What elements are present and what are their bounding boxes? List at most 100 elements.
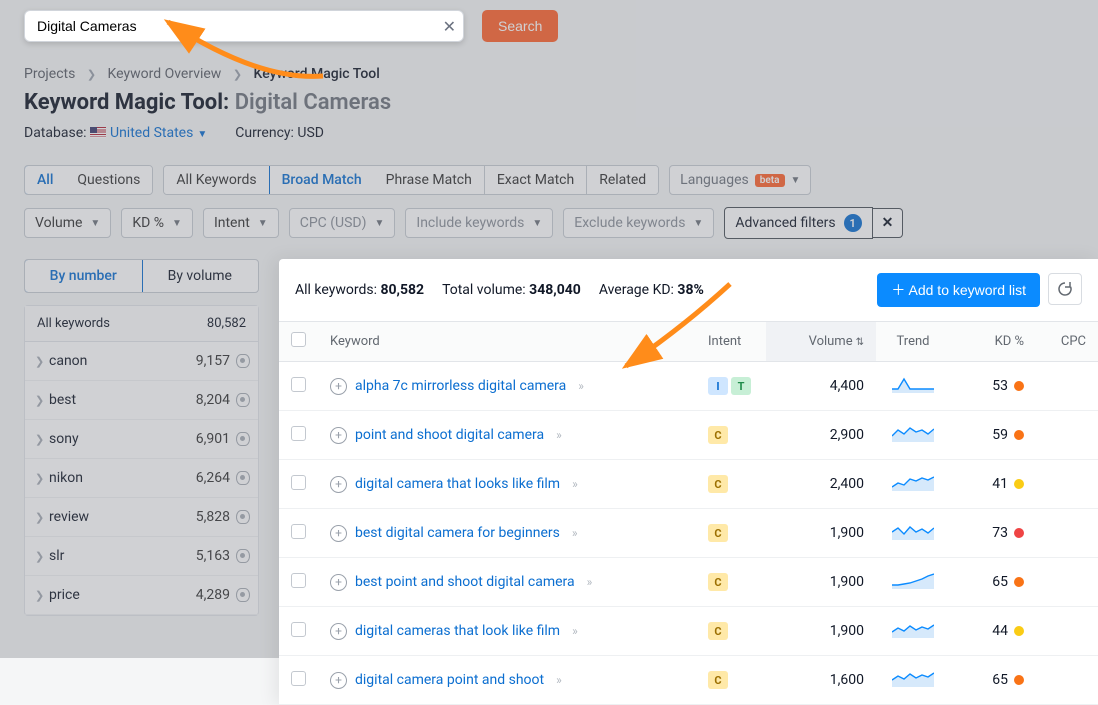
keyword-link[interactable]: best digital camera for beginners [355,525,560,541]
group-name: slr [49,548,196,564]
filter-cpc[interactable]: CPC (USD)▼ [289,208,396,238]
col-trend[interactable]: Trend [876,322,950,362]
sidebar-item[interactable]: ❯best8,204 [25,381,258,420]
add-keyword-icon[interactable]: + [330,672,347,689]
table-row: +point and shoot digital camera» C 2,900… [279,411,1098,460]
filter-include[interactable]: Include keywords▼ [405,208,553,238]
clear-advanced-filters[interactable]: ✕ [873,208,904,238]
row-checkbox[interactable] [291,622,306,637]
chevron-right-icon: ❯ [233,68,242,81]
chevron-right-icon: ❯ [87,68,96,81]
kd-cell: 65 [950,656,1036,705]
keyword-link[interactable]: digital camera point and shoot [355,672,544,688]
chevron-down-icon: ▼ [258,218,268,229]
col-cpc[interactable]: CPC [1036,322,1098,362]
sidebar-item[interactable]: ❯slr5,163 [25,537,258,576]
col-keyword[interactable]: Keyword [318,322,696,362]
chevron-right-icon: ❯ [35,511,49,524]
filter-volume[interactable]: Volume▼ [24,208,111,238]
advanced-filters[interactable]: Advanced filters 1 [724,207,872,239]
expand-icon[interactable]: » [556,428,560,442]
seg-all[interactable]: All [24,165,66,195]
filter-exclude[interactable]: Exclude keywords▼ [563,208,714,238]
expand-icon[interactable]: » [578,379,582,393]
languages-chip[interactable]: Languages beta ▼ [669,165,811,195]
add-keyword-icon[interactable]: + [330,623,347,640]
group-name: canon [49,353,196,369]
seg-questions[interactable]: Questions [65,166,152,194]
clear-icon[interactable]: ✕ [443,17,456,36]
expand-icon[interactable]: » [572,477,576,491]
database-selector[interactable]: Database: United States▼ [24,125,207,141]
intent-badge-c: C [708,671,728,689]
crumb-projects[interactable]: Projects [24,66,75,82]
search-input[interactable] [24,10,464,42]
add-keyword-icon[interactable]: + [330,378,347,395]
col-intent[interactable]: Intent [696,322,766,362]
refresh-button[interactable] [1048,273,1082,305]
kd-cell: 73 [950,509,1036,558]
eye-icon[interactable] [236,471,250,485]
kd-cell: 44 [950,607,1036,656]
seg-related[interactable]: Related [587,166,658,194]
row-checkbox[interactable] [291,671,306,686]
crumb-keyword-overview[interactable]: Keyword Overview [108,66,222,82]
chevron-down-icon: ▼ [791,175,801,186]
seg-all-keywords[interactable]: All Keywords [164,166,269,194]
row-checkbox[interactable] [291,524,306,539]
sidebar-item[interactable]: ❯canon9,157 [25,342,258,381]
chevron-right-icon: ❯ [35,589,49,602]
sidebar-item[interactable]: ❯nikon6,264 [25,459,258,498]
sidebar-item[interactable]: ❯sony6,901 [25,420,258,459]
keyword-link[interactable]: digital camera that looks like film [355,476,560,492]
eye-icon[interactable] [236,354,250,368]
tab-by-volume[interactable]: By volume [142,260,259,292]
breadcrumb: Projects ❯ Keyword Overview ❯ Keyword Ma… [0,52,1098,82]
intent-badge-t: T [731,377,751,395]
sidebar-header[interactable]: All keywords 80,582 [25,306,258,342]
eye-icon[interactable] [236,549,250,563]
intent-cell: C [696,509,766,558]
col-volume[interactable]: Volume⇅ [766,322,876,362]
add-keyword-icon[interactable]: + [330,476,347,493]
add-keyword-icon[interactable]: + [330,525,347,542]
eye-icon[interactable] [236,510,250,524]
expand-icon[interactable]: » [556,673,560,687]
intent-badge-c: C [708,573,728,591]
tab-by-number[interactable]: By number [24,259,143,293]
seg-phrase-match[interactable]: Phrase Match [374,166,485,194]
row-checkbox[interactable] [291,426,306,441]
intent-cell: C [696,411,766,460]
filter-kd[interactable]: KD %▼ [121,208,193,238]
currency-label: Currency: USD [235,125,324,141]
search-button[interactable]: Search [482,10,558,42]
row-checkbox[interactable] [291,377,306,392]
seg-broad-match[interactable]: Broad Match [269,165,375,195]
row-checkbox[interactable] [291,573,306,588]
keyword-link[interactable]: digital cameras that look like film [355,623,560,639]
col-kd[interactable]: KD % [950,322,1036,362]
sidebar-item[interactable]: ❯price4,289 [25,576,258,615]
kd-difficulty-dot [1014,381,1024,391]
keyword-link[interactable]: best point and shoot digital camera [355,574,575,590]
sidebar-sort-tabs: By number By volume [24,259,259,293]
row-checkbox[interactable] [291,475,306,490]
eye-icon[interactable] [236,588,250,602]
select-all-checkbox[interactable] [291,332,306,347]
expand-icon[interactable]: » [587,575,591,589]
kd-difficulty-dot [1014,528,1024,538]
eye-icon[interactable] [236,393,250,407]
add-keyword-icon[interactable]: + [330,574,347,591]
eye-icon[interactable] [236,432,250,446]
filter-intent[interactable]: Intent▼ [203,208,279,238]
expand-icon[interactable]: » [572,526,576,540]
keyword-link[interactable]: alpha 7c mirrorless digital camera [355,378,566,394]
seg-exact-match[interactable]: Exact Match [485,166,587,194]
kd-cell: 65 [950,558,1036,607]
add-keyword-icon[interactable]: + [330,427,347,444]
keyword-link[interactable]: point and shoot digital camera [355,427,544,443]
add-to-keyword-list-button[interactable]: ＋ Add to keyword list [877,273,1040,307]
expand-icon[interactable]: » [572,624,576,638]
sidebar-item[interactable]: ❯review5,828 [25,498,258,537]
intent-cell: IT [696,362,766,411]
